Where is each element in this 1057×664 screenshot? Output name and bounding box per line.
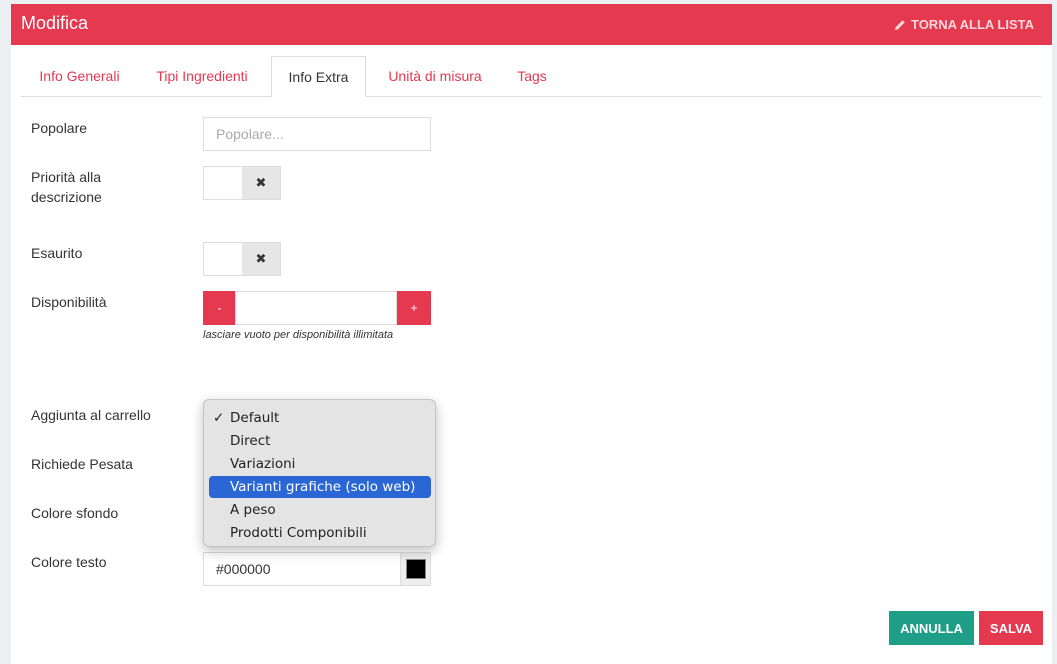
pencil-icon (894, 19, 905, 30)
dropdown-option-direct[interactable]: Direct (209, 430, 431, 452)
tab-info-extra[interactable]: Info Extra (271, 56, 366, 97)
disponibilita-input[interactable] (235, 291, 397, 325)
page-title: Modifica (21, 13, 89, 33)
tab-unita-di-misura[interactable]: Unità di misura (376, 56, 494, 97)
tab-bar: Info Generali Tipi Ingredienti Info Extr… (21, 56, 1041, 97)
back-to-list-label: TORNA ALLA LISTA (910, 17, 1034, 32)
tab-tipi-ingredienti[interactable]: Tipi Ingredienti (146, 56, 258, 97)
close-icon: ✖ (242, 167, 280, 199)
popolare-label: Popolare (31, 120, 88, 136)
option-label: Variazioni (230, 456, 296, 472)
save-button[interactable]: SALVA (979, 611, 1043, 645)
colore-sfondo-label: Colore sfondo (31, 505, 119, 521)
cancel-button[interactable]: ANNULLA (889, 611, 974, 645)
checkmark-icon: ✓ (213, 410, 225, 426)
popolare-input[interactable] (203, 117, 431, 151)
priorita-label-line1: Priorità alla (31, 169, 102, 185)
disponibilita-label: Disponibilità (31, 294, 107, 310)
priorita-toggle[interactable]: ✖ (203, 166, 281, 200)
disponibilita-help-text: lasciare vuoto per disponibilità illimit… (203, 329, 394, 341)
priorita-label: Priorità alla descrizione (31, 167, 102, 207)
aggiunta-carrello-dropdown: ✓ Default Direct Variazioni Varianti gra… (203, 399, 436, 547)
esaurito-toggle[interactable]: ✖ (203, 242, 281, 276)
increment-button[interactable]: + (397, 291, 431, 325)
aggiunta-carrello-label: Aggiunta al carrello (31, 407, 151, 423)
option-label: Default (230, 410, 280, 426)
richiede-pesata-label: Richiede Pesata (31, 456, 133, 472)
dropdown-option-a-peso[interactable]: A peso (209, 499, 431, 521)
color-swatch (405, 559, 426, 579)
panel-header: Modifica TORNA ALLA LISTA (11, 4, 1052, 45)
tab-info-generali[interactable]: Info Generali (21, 56, 138, 97)
dropdown-option-prodotti-componibili[interactable]: Prodotti Componibili (209, 522, 431, 544)
option-label: Varianti grafiche (solo web) (230, 479, 416, 495)
tab-tags[interactable]: Tags (509, 56, 555, 97)
close-icon: ✖ (242, 243, 280, 275)
option-label: Direct (230, 433, 271, 449)
colore-testo-picker[interactable] (400, 552, 431, 586)
colore-testo-label: Colore testo (31, 554, 107, 570)
option-label: A peso (230, 502, 276, 518)
colore-testo-input[interactable] (203, 552, 401, 586)
dropdown-option-variazioni[interactable]: Variazioni (209, 453, 431, 475)
esaurito-label: Esaurito (31, 245, 83, 261)
dropdown-option-default[interactable]: ✓ Default (209, 407, 431, 429)
dropdown-option-varianti-grafiche[interactable]: Varianti grafiche (solo web) (209, 476, 431, 498)
edit-panel: Modifica TORNA ALLA LISTA Info Generali … (11, 4, 1052, 664)
option-label: Prodotti Componibili (230, 525, 367, 541)
back-to-list-link[interactable]: TORNA ALLA LISTA (894, 17, 1034, 32)
priorita-label-line2: descrizione (31, 189, 102, 205)
decrement-button[interactable]: - (203, 291, 236, 325)
